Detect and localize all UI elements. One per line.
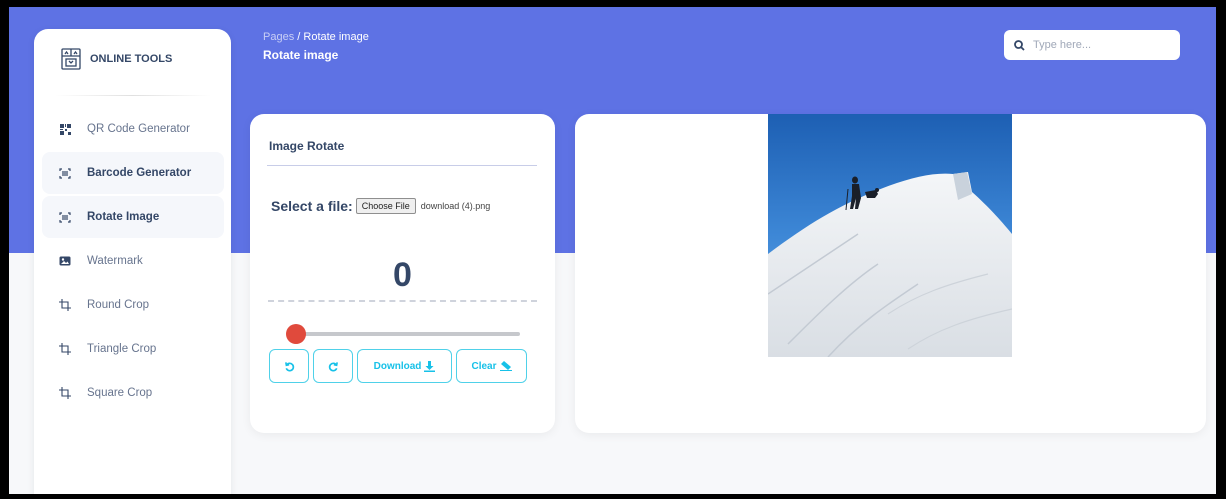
qr-icon (58, 122, 72, 136)
sidebar-item-barcode-generator[interactable]: Barcode Generator (42, 152, 224, 194)
sidebar-item-label: Barcode Generator (87, 167, 192, 179)
crop-icon (58, 298, 72, 312)
page-title: Rotate image (263, 48, 339, 62)
rotation-angle-value: 0 (393, 256, 412, 294)
dashed-divider (268, 300, 537, 302)
selected-file-name: download (4).png (420, 201, 491, 211)
sidebar-item-triangle-crop[interactable]: Triangle Crop (42, 328, 224, 370)
sidebar-item-rotate-image[interactable]: Rotate Image (42, 196, 224, 238)
rotation-slider-track[interactable] (290, 332, 520, 336)
download-label: Download (373, 360, 422, 372)
app-window: ONLINE TOOLS QR Code Generator Barcode G… (9, 7, 1216, 494)
rotate-right-icon (328, 361, 338, 371)
sidebar-divider (54, 95, 211, 96)
sidebar-item-square-crop[interactable]: Square Crop (42, 372, 224, 414)
sidebar-item-label: QR Code Generator (87, 123, 190, 135)
sidebar-item-label: Square Crop (87, 387, 153, 399)
sidebar-item-qr-code-generator[interactable]: QR Code Generator (42, 108, 224, 150)
card-divider (267, 165, 537, 166)
sidebar-item-watermark[interactable]: Watermark (42, 240, 224, 282)
rotate-left-icon (284, 361, 294, 371)
barcode-scan-icon (58, 166, 72, 180)
search-box[interactable] (1004, 30, 1180, 60)
search-icon (1014, 39, 1025, 51)
brand-logo[interactable]: ONLINE TOOLS (61, 48, 172, 70)
breadcrumb: Pages / Rotate image (263, 31, 369, 43)
sidebar-item-label: Triangle Crop (87, 343, 157, 355)
sidebar-nav: QR Code Generator Barcode Generator Rota… (42, 108, 224, 416)
download-icon (424, 360, 436, 372)
rotate-left-button[interactable] (269, 349, 309, 383)
breadcrumb-current: Rotate image (303, 31, 369, 43)
breadcrumb-separator: / (297, 31, 301, 43)
rotate-right-button[interactable] (313, 349, 353, 383)
choose-file-button[interactable]: Choose File (355, 198, 416, 214)
search-input[interactable] (1031, 38, 1175, 52)
sidebar-item-round-crop[interactable]: Round Crop (42, 284, 224, 326)
tools-logo-icon (61, 48, 81, 70)
card-title: Image Rotate (269, 139, 345, 153)
sidebar-item-label: Rotate Image (87, 211, 160, 223)
eraser-icon (499, 361, 512, 371)
crop-icon (58, 386, 72, 400)
sidebar-item-label: Round Crop (87, 299, 150, 311)
rotation-slider-thumb[interactable] (286, 324, 306, 344)
rotated-image-preview (768, 114, 1012, 357)
brand-name: ONLINE TOOLS (90, 53, 173, 65)
file-picker-row: Select a file: Choose File download (4).… (271, 198, 490, 214)
download-button[interactable]: Download (357, 349, 452, 383)
rotate-card: Image Rotate Select a file: Choose File … (250, 114, 555, 433)
preview-card (575, 114, 1206, 433)
sidebar: ONLINE TOOLS QR Code Generator Barcode G… (34, 29, 231, 494)
breadcrumb-link-pages[interactable]: Pages (263, 31, 294, 43)
clear-button[interactable]: Clear (456, 349, 527, 383)
clear-label: Clear (471, 360, 497, 372)
sidebar-item-label: Watermark (87, 255, 143, 267)
barcode-scan-icon (58, 210, 72, 224)
image-icon (58, 254, 72, 268)
crop-icon (58, 342, 72, 356)
file-label: Select a file: (271, 198, 353, 214)
